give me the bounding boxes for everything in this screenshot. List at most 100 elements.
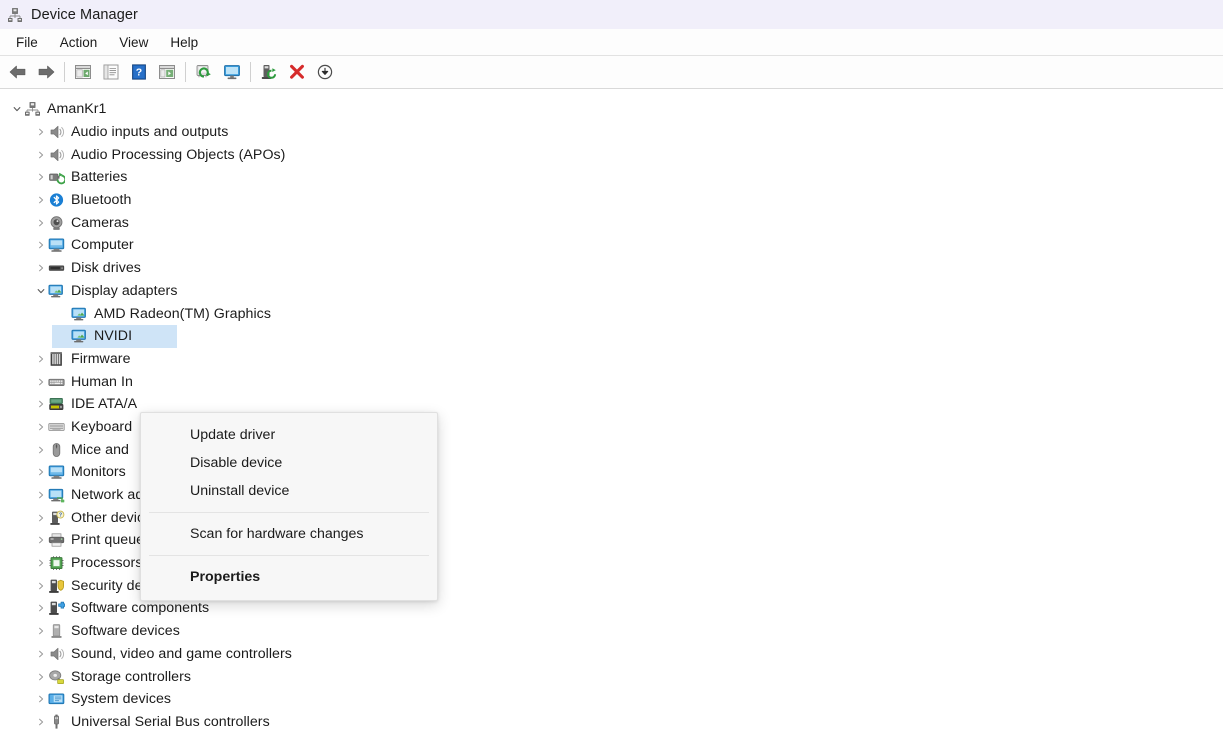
chevron-right-icon[interactable] xyxy=(34,375,48,389)
tree-item-label: Cameras xyxy=(71,215,129,231)
disk-drive-icon xyxy=(48,260,65,276)
action-pane-icon xyxy=(157,63,177,81)
ctx-properties[interactable]: Properties xyxy=(141,563,437,591)
chevron-right-icon[interactable] xyxy=(34,125,48,139)
svg-text:?: ? xyxy=(59,512,62,518)
tree-item-label: NVIDI xyxy=(94,328,132,344)
ctx-disable-device[interactable]: Disable device xyxy=(141,449,437,477)
svg-text:?: ? xyxy=(136,67,142,79)
chevron-right-icon[interactable] xyxy=(34,670,48,684)
console-tree-icon xyxy=(73,63,93,81)
show-hide-action-pane-button[interactable] xyxy=(153,59,181,85)
help-question-icon: ? xyxy=(129,63,149,81)
tree-item[interactable]: Bluetooth xyxy=(0,189,1223,212)
context-menu: Update driverDisable device Uninstall dev… xyxy=(140,412,438,601)
tree-item[interactable]: System devices xyxy=(0,688,1223,711)
properties-button[interactable] xyxy=(97,59,125,85)
printer-icon xyxy=(48,532,65,548)
chevron-right-icon[interactable] xyxy=(34,352,48,366)
chevron-right-icon[interactable] xyxy=(34,148,48,162)
tree-item[interactable]: Audio Processing Objects (APOs) xyxy=(0,143,1223,166)
speaker-icon xyxy=(48,147,65,163)
tree-item-selected[interactable]: NVIDI xyxy=(0,325,1223,348)
ide-controller-icon xyxy=(48,396,65,412)
context-menu-item-label: Properties xyxy=(190,569,260,585)
show-hide-console-tree-button[interactable] xyxy=(69,59,97,85)
tree-item[interactable]: Storage controllers xyxy=(0,665,1223,688)
chevron-right-icon[interactable] xyxy=(34,647,48,661)
tree-item[interactable]: Human In xyxy=(0,370,1223,393)
menu-action[interactable]: Action xyxy=(50,32,108,53)
enable-device-icon xyxy=(259,63,279,81)
window-title: Device Manager xyxy=(31,7,138,23)
display-adapter-icon xyxy=(71,328,88,344)
tree-item[interactable]: Disk drives xyxy=(0,257,1223,280)
chevron-right-icon[interactable] xyxy=(34,624,48,638)
tree-item-label: Processors xyxy=(71,555,142,571)
menu-bar: File Action View Help xyxy=(0,29,1223,56)
tree-item[interactable]: Cameras xyxy=(0,211,1223,234)
chevron-down-icon[interactable] xyxy=(10,102,24,116)
tree-item[interactable]: Software devices xyxy=(0,620,1223,643)
context-menu-item-label: Uninstall device xyxy=(190,483,289,499)
chevron-right-icon[interactable] xyxy=(34,556,48,570)
enable-device-button[interactable] xyxy=(255,59,283,85)
chevron-right-icon[interactable] xyxy=(34,420,48,434)
update-driver-button[interactable] xyxy=(218,59,246,85)
device-manager-icon xyxy=(7,7,23,23)
tree-item[interactable]: Audio inputs and outputs xyxy=(0,121,1223,144)
context-menu-item-label: Scan for hardware changes xyxy=(190,526,364,542)
tree-item-label: Display adapters xyxy=(71,283,177,299)
chevron-right-icon[interactable] xyxy=(34,216,48,230)
ctx-separator-1 xyxy=(149,512,429,513)
forward-button[interactable] xyxy=(32,59,60,85)
tree-item-label: Computer xyxy=(71,237,134,253)
ctx-uninstall-device[interactable]: Uninstall device xyxy=(141,477,437,505)
chevron-right-icon[interactable] xyxy=(34,511,48,525)
menu-view[interactable]: View xyxy=(109,32,158,53)
chevron-right-icon[interactable] xyxy=(34,193,48,207)
chevron-right-icon[interactable] xyxy=(34,715,48,729)
firmware-icon xyxy=(48,351,65,367)
chevron-right-icon[interactable] xyxy=(34,238,48,252)
scan-hardware-changes-button[interactable] xyxy=(190,59,218,85)
chevron-right-icon[interactable] xyxy=(34,533,48,547)
chevron-right-icon[interactable] xyxy=(34,601,48,615)
tree-item[interactable]: Firmware xyxy=(0,348,1223,371)
monitor-update-icon xyxy=(222,63,242,81)
uninstall-device-button[interactable] xyxy=(283,59,311,85)
speaker-icon xyxy=(48,124,65,140)
toolbar: ? xyxy=(0,56,1223,89)
ctx-scan-hardware-changes[interactable]: Scan for hardware changes xyxy=(141,520,437,548)
chevron-right-icon[interactable] xyxy=(34,261,48,275)
tree-item[interactable]: Batteries xyxy=(0,166,1223,189)
tree-item-label: Universal Serial Bus controllers xyxy=(71,714,270,730)
chevron-right-icon[interactable] xyxy=(34,579,48,593)
tree-item[interactable]: AMD Radeon(TM) Graphics xyxy=(0,302,1223,325)
disable-device-icon xyxy=(315,63,335,81)
computer-root-icon xyxy=(24,101,41,117)
chevron-right-icon[interactable] xyxy=(34,170,48,184)
chevron-right-icon[interactable] xyxy=(34,465,48,479)
tree-item[interactable]: AmanKr1 xyxy=(0,98,1223,121)
menu-file[interactable]: File xyxy=(6,32,48,53)
software-device-icon xyxy=(48,623,65,639)
tree-item[interactable]: Display adapters xyxy=(0,280,1223,303)
tree-item[interactable]: Sound, video and game controllers xyxy=(0,643,1223,666)
chevron-right-icon[interactable] xyxy=(34,443,48,457)
monitor-icon xyxy=(48,237,65,253)
chevron-placeholder xyxy=(57,329,71,343)
chevron-down-icon[interactable] xyxy=(34,284,48,298)
chevron-right-icon[interactable] xyxy=(34,692,48,706)
hid-icon xyxy=(48,374,65,390)
disable-device-button[interactable] xyxy=(311,59,339,85)
chevron-right-icon[interactable] xyxy=(34,397,48,411)
mouse-icon xyxy=(48,442,65,458)
help-button[interactable]: ? xyxy=(125,59,153,85)
tree-item[interactable]: Computer xyxy=(0,234,1223,257)
tree-item[interactable]: Universal Serial Bus controllers xyxy=(0,711,1223,734)
menu-help[interactable]: Help xyxy=(160,32,208,53)
back-button[interactable] xyxy=(4,59,32,85)
ctx-update-driver[interactable]: Update driver xyxy=(141,421,437,449)
chevron-right-icon[interactable] xyxy=(34,488,48,502)
